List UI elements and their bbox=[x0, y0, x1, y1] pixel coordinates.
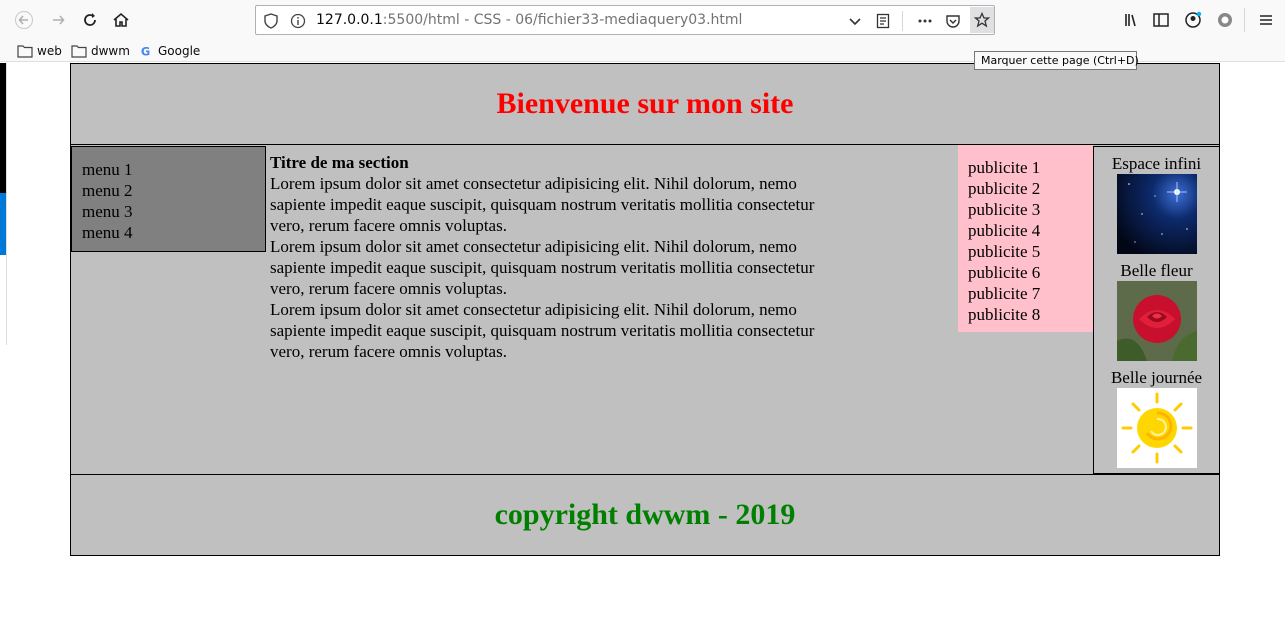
more-actions-icon[interactable] bbox=[916, 12, 934, 30]
image-caption-day: Belle journée bbox=[1110, 368, 1203, 387]
library-icon bbox=[1125, 14, 1136, 27]
section-paragraph: Lorem ipsum dolor sit amet consectetur a… bbox=[270, 237, 815, 298]
space-image bbox=[1116, 174, 1197, 254]
site-title: Bienvenue sur mon site bbox=[496, 87, 794, 120]
ad-item-6: publicite 6 bbox=[968, 263, 1041, 282]
info-icon[interactable] bbox=[289, 12, 307, 30]
forward-button[interactable] bbox=[45, 6, 73, 34]
section-title: Titre de ma section bbox=[270, 153, 409, 172]
bookmark-label: dwwm bbox=[91, 44, 130, 58]
google-icon: G bbox=[141, 44, 150, 58]
back-button[interactable] bbox=[10, 6, 38, 34]
left-edge-blue bbox=[0, 193, 6, 255]
rose-image bbox=[1116, 281, 1197, 361]
bookmark-dwwm[interactable]: dwwm bbox=[71, 42, 130, 60]
browser-toolbar: 127.0.0.1:5500/html - CSS - 06/fichier33… bbox=[0, 0, 1285, 40]
left-edge-dark bbox=[0, 63, 6, 193]
ad-item-5: publicite 5 bbox=[968, 242, 1041, 261]
url-host: 127.0.0.1 bbox=[316, 12, 383, 28]
bookmark-star-icon[interactable] bbox=[970, 7, 994, 33]
ads-block: publicite 1 publicite 2 publicite 3 publ… bbox=[958, 145, 1093, 332]
extension-button[interactable] bbox=[1211, 6, 1239, 34]
menu-item-4[interactable]: menu 4 bbox=[82, 222, 255, 243]
library-button[interactable] bbox=[1118, 6, 1146, 34]
folder-icon bbox=[71, 45, 87, 58]
sun-image bbox=[1116, 388, 1197, 468]
ad-item-2: publicite 2 bbox=[968, 179, 1041, 198]
extension-icon bbox=[1218, 13, 1232, 27]
account-button[interactable] bbox=[1179, 6, 1207, 34]
forward-arrow-icon bbox=[53, 15, 65, 25]
ad-item-7: publicite 7 bbox=[968, 284, 1041, 303]
section-paragraph: Lorem ipsum dolor sit amet consectetur a… bbox=[270, 174, 815, 235]
toolbar-separator bbox=[1244, 8, 1245, 32]
web-page: Bienvenue sur mon site menu 1 menu 2 men… bbox=[70, 63, 1220, 556]
site-header: Bienvenue sur mon site bbox=[70, 63, 1220, 145]
svg-text:G: G bbox=[141, 44, 150, 58]
section-paragraph: Lorem ipsum dolor sit amet consectetur a… bbox=[270, 300, 815, 361]
menu-button[interactable] bbox=[1252, 6, 1280, 34]
ad-item-8: publicite 8 bbox=[968, 305, 1041, 324]
left-edge-strip bbox=[0, 63, 7, 345]
pocket-icon[interactable] bbox=[944, 12, 962, 30]
reload-button[interactable] bbox=[76, 6, 104, 34]
sidebar-button[interactable] bbox=[1147, 6, 1175, 34]
menu-nav: menu 1 menu 2 menu 3 menu 4 bbox=[71, 146, 266, 252]
url-separator bbox=[902, 11, 903, 31]
chevron-down-icon[interactable] bbox=[846, 12, 864, 30]
footer-text: copyright dwwm - 2019 bbox=[494, 498, 796, 531]
bookmark-tooltip: Marquer cette page (Ctrl+D) bbox=[974, 51, 1139, 70]
main-section: Titre de ma section Lorem ipsum dolor si… bbox=[270, 152, 840, 362]
bookmark-label: web bbox=[37, 44, 62, 58]
sidebar-icon bbox=[1153, 13, 1169, 27]
site-footer: copyright dwwm - 2019 bbox=[70, 474, 1220, 556]
bookmark-google[interactable]: G Google bbox=[140, 42, 200, 60]
url-text[interactable]: 127.0.0.1:5500/html - CSS - 06/fichier33… bbox=[316, 12, 742, 28]
url-bar[interactable]: 127.0.0.1:5500/html - CSS - 06/fichier33… bbox=[255, 5, 995, 35]
home-icon bbox=[113, 12, 129, 27]
image-aside: Espace infini Belle fleur Belle journée bbox=[1093, 146, 1220, 474]
url-path: :5500/html - CSS - 06/fichier33-mediaque… bbox=[382, 12, 743, 28]
bookmark-web[interactable]: web bbox=[17, 42, 62, 60]
reader-view-icon[interactable] bbox=[874, 12, 892, 30]
reload-icon bbox=[84, 13, 96, 26]
bookmark-label: Google bbox=[158, 44, 201, 58]
menu-item-1[interactable]: menu 1 bbox=[82, 159, 255, 180]
menu-item-3[interactable]: menu 3 bbox=[82, 201, 255, 222]
folder-icon bbox=[17, 45, 33, 58]
shield-icon[interactable] bbox=[262, 12, 280, 30]
menu-item-2[interactable]: menu 2 bbox=[82, 180, 255, 201]
ad-item-1: publicite 1 bbox=[968, 158, 1041, 177]
content-row: menu 1 menu 2 menu 3 menu 4 Titre de ma … bbox=[70, 145, 1220, 474]
home-button[interactable] bbox=[107, 6, 135, 34]
ad-item-4: publicite 4 bbox=[968, 221, 1041, 240]
image-caption-space: Espace infini bbox=[1111, 154, 1202, 173]
hamburger-icon bbox=[1260, 15, 1272, 25]
image-caption-flower: Belle fleur bbox=[1120, 261, 1193, 280]
account-icon bbox=[1185, 11, 1202, 28]
ad-item-3: publicite 3 bbox=[968, 200, 1041, 219]
back-arrow-icon bbox=[15, 11, 33, 29]
